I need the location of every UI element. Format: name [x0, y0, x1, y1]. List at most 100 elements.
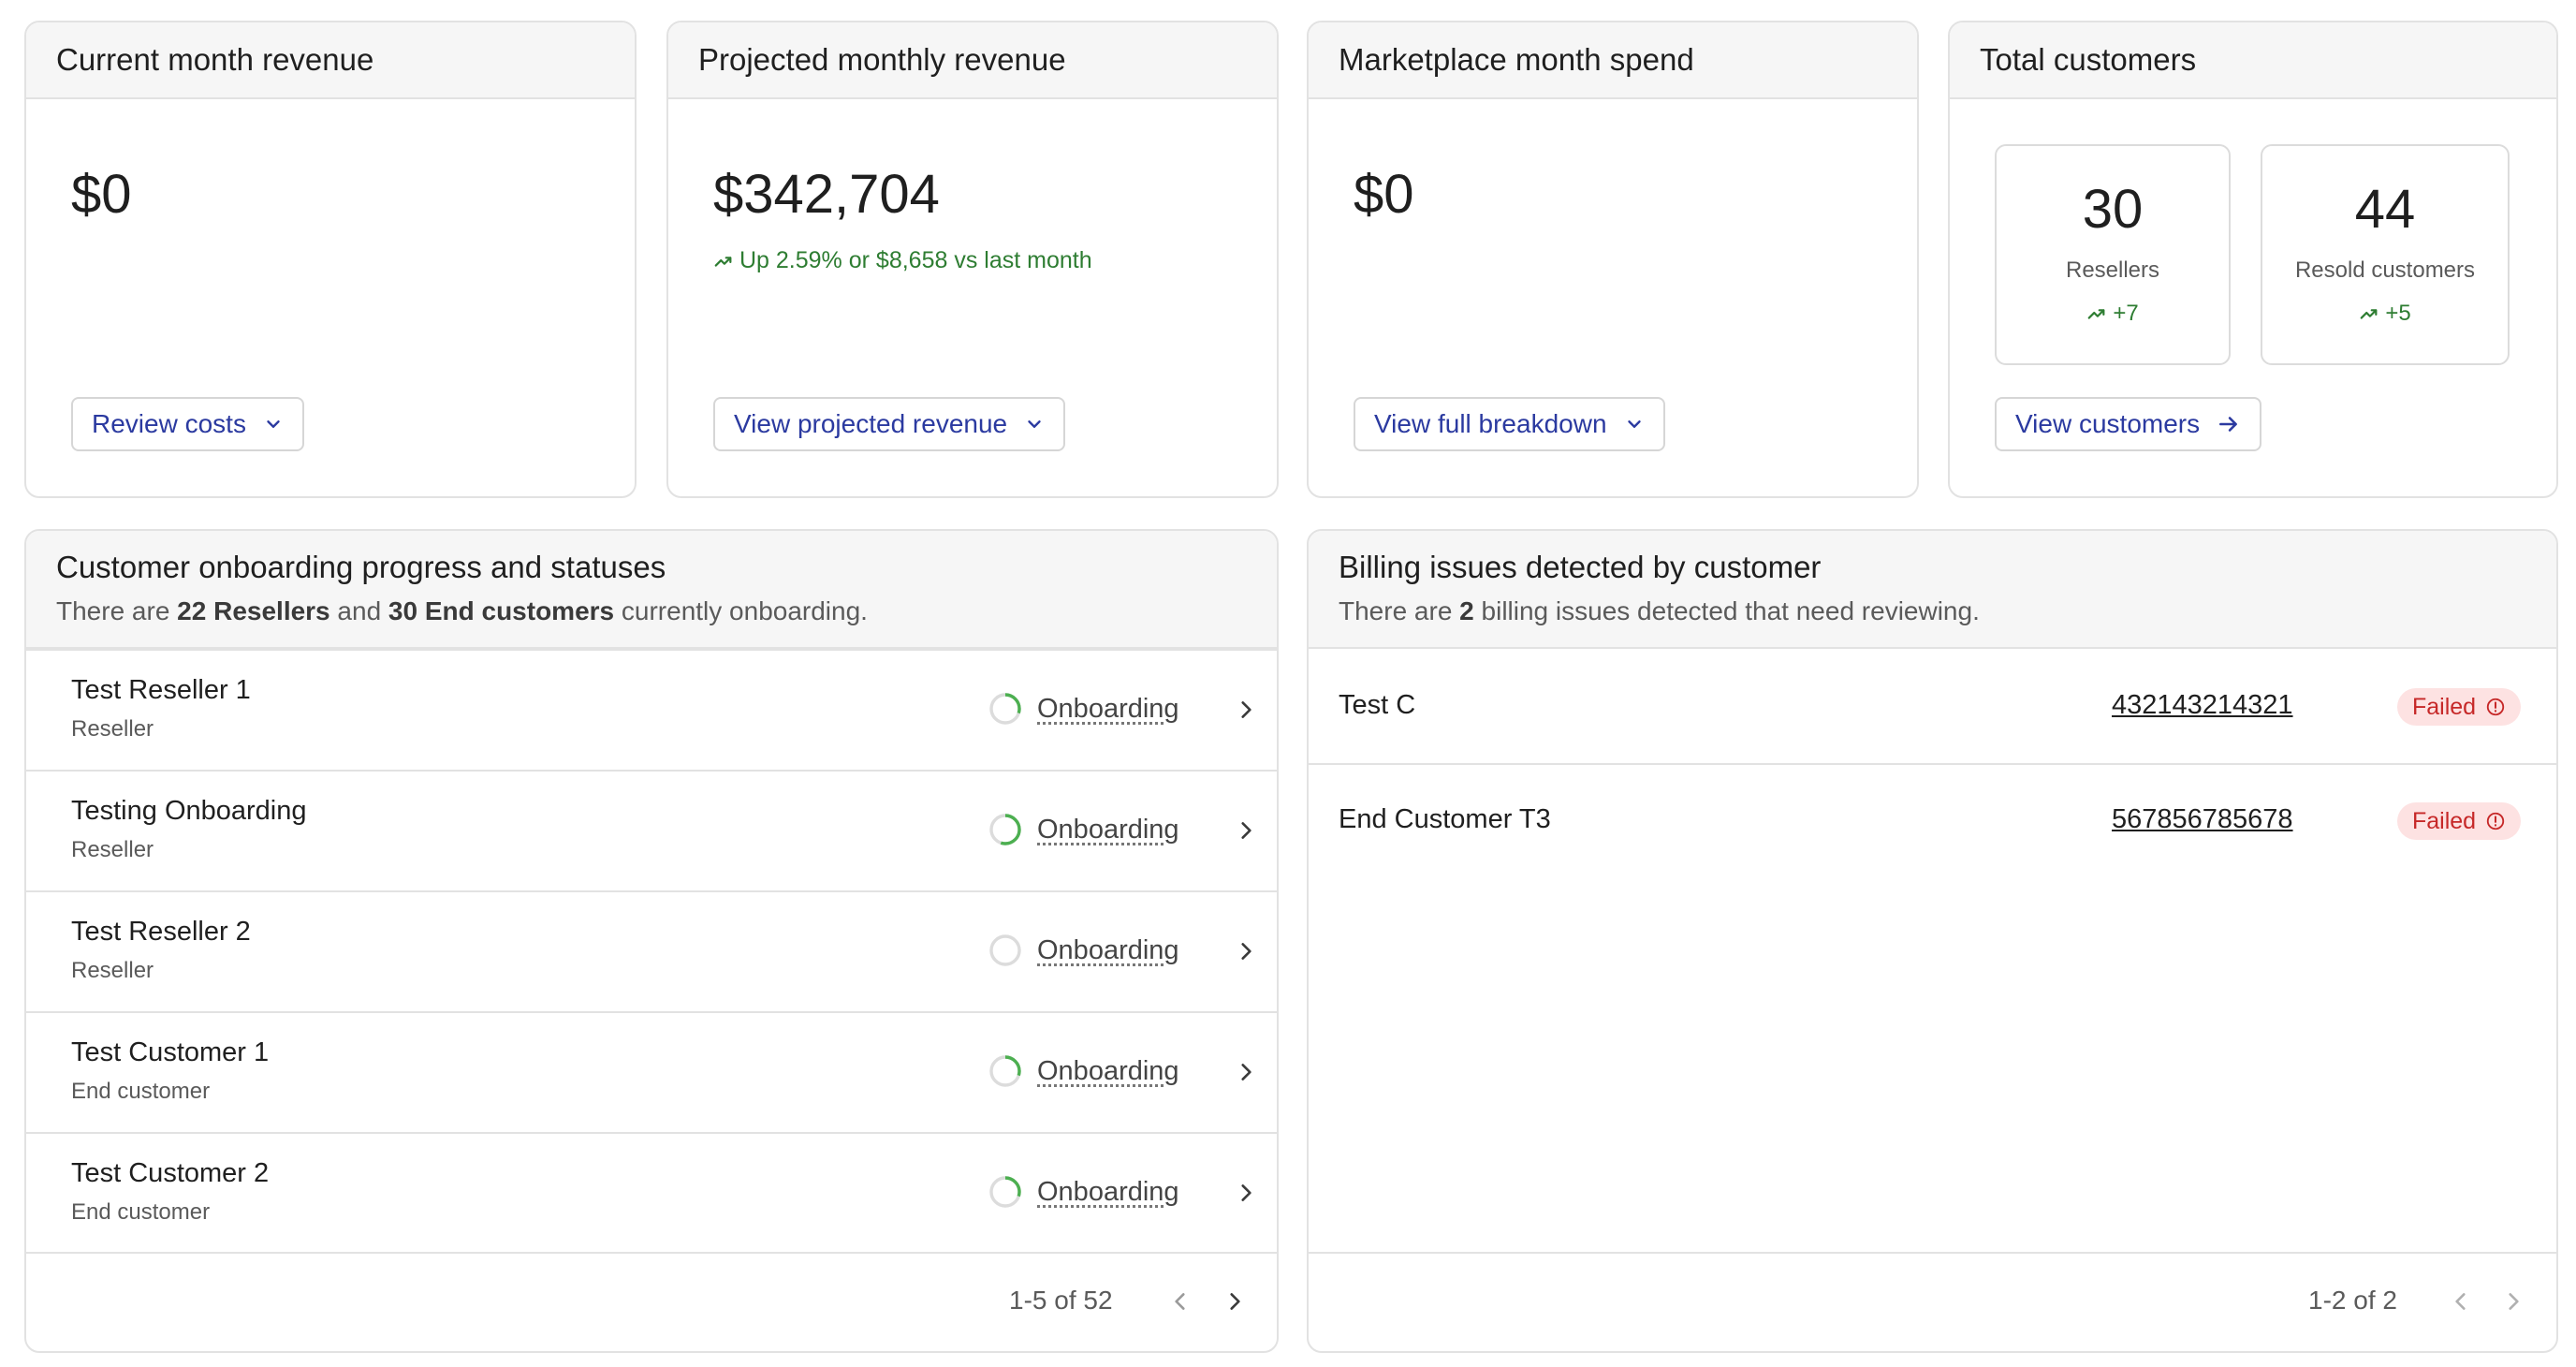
onboarding-status: Onboarding	[988, 933, 1179, 967]
billing-row: End Customer T3 567856785678 Failed	[1309, 765, 2556, 879]
progress-ring-icon	[989, 693, 1021, 725]
status-link[interactable]: Onboarding	[1037, 694, 1179, 725]
arrow-right-icon	[2219, 417, 2237, 432]
delta-text: +5	[2385, 301, 2411, 326]
status-link[interactable]: Onboarding	[1037, 1056, 1179, 1087]
badge-label: Failed	[2412, 693, 2477, 720]
onboarding-row[interactable]: Testing Onboarding Reseller Onboarding	[26, 770, 1277, 889]
chevron-down-icon	[1028, 420, 1041, 428]
trend-text: Up 2.59% or $8,658 vs last month	[739, 247, 1092, 273]
button-label: View projected revenue	[734, 409, 1008, 438]
customer-type: End customer	[71, 1199, 211, 1225]
resold-count: 44	[2354, 179, 2416, 240]
card-title: Current month revenue	[56, 42, 374, 77]
card-header: Current month revenue	[26, 22, 635, 99]
next-page-icon[interactable]	[2501, 1289, 2525, 1314]
chevron-down-icon	[267, 420, 280, 428]
button-label: Review costs	[92, 409, 246, 438]
customer-name: Test Customer 1	[71, 1037, 270, 1067]
resellers-count: 30	[2082, 179, 2144, 240]
resellers-delta: +7	[2086, 301, 2139, 327]
card-header: Total customers	[1950, 22, 2556, 99]
card-title: Billing issues detected by customer	[1339, 550, 1822, 584]
resold-label: Resold customers	[2294, 257, 2476, 283]
button-label: View full breakdown	[1374, 409, 1607, 438]
info-circle-icon	[2486, 698, 2505, 716]
view-customers-button[interactable]: View customers	[1995, 397, 2262, 451]
previous-page-icon[interactable]	[2449, 1289, 2473, 1314]
button-label: View customers	[2015, 409, 2201, 438]
badge-label: Failed	[2412, 807, 2477, 834]
onboarding-row[interactable]: Test Reseller 2 Reseller Onboarding	[26, 890, 1277, 1010]
card-title: Projected monthly revenue	[698, 42, 1066, 77]
onboarding-status: Onboarding	[988, 1175, 1179, 1209]
card-title: Marketplace month spend	[1339, 42, 1694, 77]
chevron-right-icon[interactable]	[1234, 939, 1258, 963]
status-badge: Failed	[2397, 688, 2522, 726]
card-title: Customer onboarding progress and statuse…	[56, 550, 666, 584]
chevron-right-icon[interactable]	[1234, 698, 1258, 722]
onboarding-pagination: 1-5 of 52	[26, 1252, 1277, 1351]
resellers-stat: 30 Resellers +7	[1995, 144, 2231, 365]
customer-type: End customer	[71, 1079, 211, 1104]
card-subtitle: There are 2 billing issues detected that…	[1339, 596, 1980, 625]
revenue-trend: Up 2.59% or $8,658 vs last month	[713, 247, 1092, 274]
onboarding-status: Onboarding	[988, 813, 1179, 846]
account-id-link[interactable]: 567856785678	[2112, 804, 2293, 835]
chevron-right-icon[interactable]	[1234, 1060, 1258, 1084]
status-link[interactable]: Onboarding	[1037, 815, 1179, 845]
marketplace-spend-value: $0	[1354, 164, 1414, 225]
customer-name: Test Reseller 2	[71, 917, 251, 947]
chevron-down-icon	[1627, 420, 1641, 428]
delta-text: +7	[2113, 301, 2139, 326]
card-subtitle: There are 22 Resellers and 30 End custom…	[56, 596, 868, 625]
trending-up-icon	[2087, 309, 2105, 319]
onboarding-status: Onboarding	[988, 692, 1179, 726]
card-header: Projected monthly revenue	[668, 22, 1277, 99]
customer-name: Testing Onboarding	[71, 796, 307, 826]
billing-issues-card: Billing issues detected by customer Ther…	[1307, 529, 2558, 1353]
previous-page-icon[interactable]	[1168, 1289, 1193, 1314]
resellers-label: Resellers	[2065, 257, 2160, 283]
pagination-text: 1-2 of 2	[2308, 1286, 2397, 1315]
current-revenue-value: $0	[71, 164, 132, 225]
next-page-icon[interactable]	[1222, 1289, 1247, 1314]
current-revenue-card: Current month revenue $0 Review costs	[24, 21, 637, 498]
card-title: Total customers	[1980, 42, 2197, 77]
progress-ring-icon	[989, 1055, 1021, 1087]
chevron-right-icon[interactable]	[1234, 1181, 1258, 1205]
projected-revenue-value: $342,704	[713, 164, 940, 225]
review-costs-button[interactable]: Review costs	[71, 397, 304, 451]
card-header: Customer onboarding progress and statuse…	[26, 531, 1277, 649]
customer-type: Reseller	[71, 716, 154, 742]
onboarding-row[interactable]: Test Customer 2 End customer Onboarding	[26, 1132, 1277, 1252]
chevron-right-icon[interactable]	[1234, 818, 1258, 843]
status-badge: Failed	[2397, 802, 2522, 840]
progress-ring-icon	[989, 814, 1021, 845]
progress-ring-icon	[989, 1176, 1021, 1208]
resold-customers-stat: 44 Resold customers +5	[2261, 144, 2510, 365]
view-projected-revenue-button[interactable]: View projected revenue	[713, 397, 1066, 451]
status-link[interactable]: Onboarding	[1037, 1177, 1179, 1208]
onboarding-card: Customer onboarding progress and statuse…	[24, 529, 1279, 1353]
customer-type: Reseller	[71, 837, 154, 862]
status-link[interactable]: Onboarding	[1037, 935, 1179, 966]
account-id-link[interactable]: 432143214321	[2112, 690, 2293, 721]
card-header: Billing issues detected by customer Ther…	[1309, 531, 2556, 649]
customer-type: Reseller	[71, 958, 154, 983]
pagination-text: 1-5 of 52	[1009, 1286, 1113, 1315]
marketplace-spend-card: Marketplace month spend $0 View full bre…	[1307, 21, 1919, 498]
trending-up-icon	[714, 256, 732, 267]
onboarding-row[interactable]: Test Reseller 1 Reseller Onboarding	[26, 649, 1277, 769]
view-full-breakdown-button[interactable]: View full breakdown	[1354, 397, 1665, 451]
trending-up-icon	[2360, 309, 2378, 319]
progress-ring-icon	[989, 934, 1021, 966]
customer-name: Test Reseller 1	[71, 675, 251, 705]
customer-name: Test Customer 2	[71, 1158, 270, 1188]
billing-row: Test C 432143214321 Failed	[1309, 651, 2556, 765]
projected-revenue-card: Projected monthly revenue $342,704 Up 2.…	[666, 21, 1279, 498]
onboarding-status: Onboarding	[988, 1054, 1179, 1088]
card-header: Marketplace month spend	[1309, 22, 1917, 99]
onboarding-row[interactable]: Test Customer 1 End customer Onboarding	[26, 1011, 1277, 1131]
customer-name: End Customer T3	[1339, 804, 1551, 834]
